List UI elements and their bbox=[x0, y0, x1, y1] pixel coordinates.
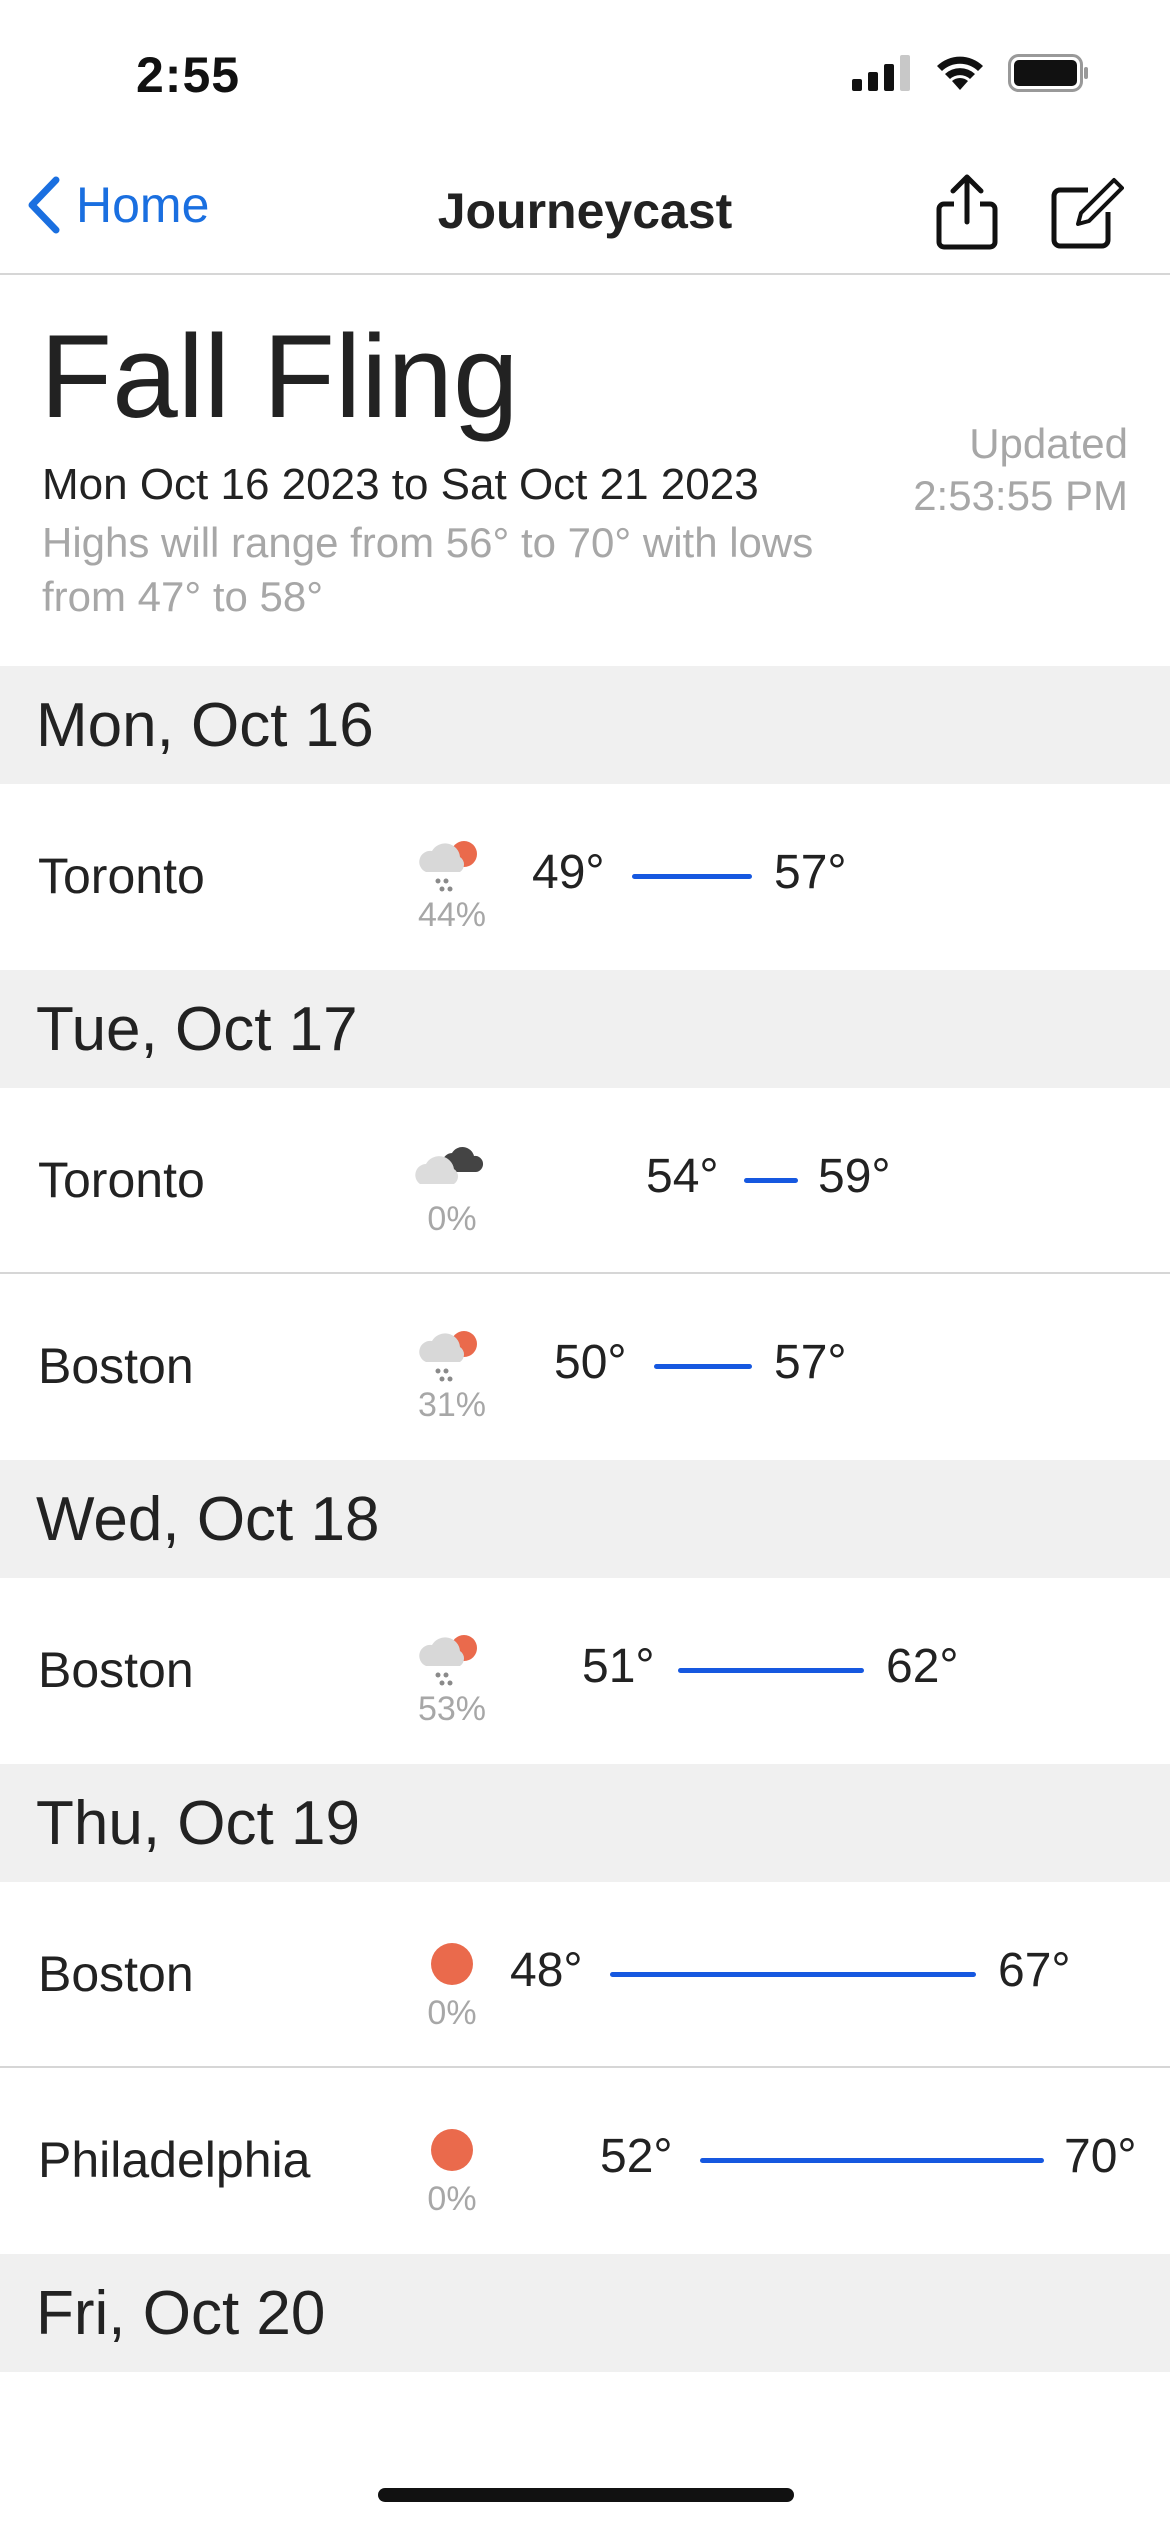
sun-icon bbox=[431, 2129, 473, 2171]
forecast-list: Mon, Oct 16 Toronto 44% 49° 57° Tue, Oct… bbox=[0, 666, 1170, 2372]
status-bar: 2:55 bbox=[0, 0, 1170, 150]
wifi-icon bbox=[937, 56, 983, 90]
chevron-left-icon bbox=[28, 176, 60, 234]
forecast-row[interactable]: Philadelphia 0% 52° 70° bbox=[0, 2068, 1170, 2254]
back-button-label: Home bbox=[76, 177, 210, 233]
low-temp: 50° bbox=[554, 1335, 627, 1389]
rain-sun-icon bbox=[419, 1635, 477, 1686]
high-temp: 62° bbox=[886, 1639, 959, 1693]
status-time: 2:55 bbox=[136, 47, 241, 103]
city-name: Boston bbox=[38, 1946, 194, 2002]
share-icon[interactable] bbox=[932, 172, 1002, 252]
updated-time: 2:53:55 PM bbox=[913, 472, 1128, 519]
forecast-row[interactable]: Boston 53% 51° 62° bbox=[0, 1578, 1170, 1764]
day-header: Thu, Oct 19 bbox=[0, 1764, 1170, 1882]
high-temp: 59° bbox=[818, 1149, 891, 1203]
day-header: Wed, Oct 18 bbox=[0, 1460, 1170, 1578]
cloudy-icon bbox=[415, 1147, 484, 1184]
temp-range-bar bbox=[654, 1364, 752, 1369]
high-temp: 67° bbox=[998, 1943, 1071, 1997]
precip-chance: 0% bbox=[427, 1200, 477, 1238]
temp-range-bar bbox=[700, 2158, 1044, 2163]
status-icons bbox=[852, 54, 1090, 92]
low-temp: 49° bbox=[532, 845, 605, 899]
high-temp: 57° bbox=[774, 845, 847, 899]
trip-title: Fall Fling bbox=[40, 311, 519, 443]
forecast-row[interactable]: Toronto 0% 54° 59° bbox=[0, 1088, 1170, 1274]
low-temp: 48° bbox=[510, 1943, 583, 1997]
cellular-signal-icon bbox=[852, 55, 910, 91]
temp-range-bar bbox=[632, 874, 752, 879]
temp-range-bar bbox=[610, 1972, 976, 1977]
trip-dates: Mon Oct 16 2023 to Sat Oct 21 2023 bbox=[42, 460, 759, 509]
home-indicator[interactable] bbox=[378, 2488, 794, 2502]
day-header: Tue, Oct 17 bbox=[0, 970, 1170, 1088]
back-button[interactable]: Home bbox=[24, 174, 209, 236]
forecast-row[interactable]: Boston 0% 48° 67° bbox=[0, 1882, 1170, 2068]
precip-chance: 31% bbox=[417, 1386, 487, 1424]
city-name: Boston bbox=[38, 1338, 194, 1394]
sun-icon bbox=[431, 1943, 473, 1985]
precip-chance: 0% bbox=[427, 2180, 477, 2218]
city-name: Boston bbox=[38, 1642, 194, 1698]
low-temp: 52° bbox=[600, 2129, 673, 2183]
trip-summary: Highs will range from 56° to 70° with lo… bbox=[42, 519, 814, 620]
compose-icon[interactable] bbox=[1048, 172, 1124, 252]
temp-range-bar bbox=[678, 1668, 864, 1673]
temp-range-bar bbox=[744, 1178, 798, 1183]
updated-timestamp: Updated 2:53:55 PM bbox=[913, 418, 1128, 522]
battery-icon bbox=[1008, 54, 1088, 92]
forecast-row[interactable]: Toronto 44% 49° 57° bbox=[0, 784, 1170, 970]
low-temp: 51° bbox=[582, 1639, 655, 1693]
forecast-row[interactable]: Boston 31% 50° 57° bbox=[0, 1274, 1170, 1460]
navigation-bar: Home Journeycast bbox=[0, 150, 1170, 275]
high-temp: 70° bbox=[1064, 2129, 1137, 2183]
city-name: Toronto bbox=[38, 848, 205, 904]
rain-sun-icon bbox=[419, 1331, 477, 1382]
rain-sun-icon bbox=[419, 841, 477, 892]
low-temp: 54° bbox=[646, 1149, 719, 1203]
updated-label: Updated bbox=[969, 420, 1128, 467]
day-header: Fri, Oct 20 bbox=[0, 2254, 1170, 2372]
precip-chance: 53% bbox=[417, 1690, 487, 1728]
day-header: Mon, Oct 16 bbox=[0, 666, 1170, 784]
precip-chance: 0% bbox=[427, 1994, 477, 2032]
city-name: Toronto bbox=[38, 1152, 205, 1208]
high-temp: 57° bbox=[774, 1335, 847, 1389]
city-name: Philadelphia bbox=[38, 2132, 311, 2188]
precip-chance: 44% bbox=[417, 896, 487, 934]
